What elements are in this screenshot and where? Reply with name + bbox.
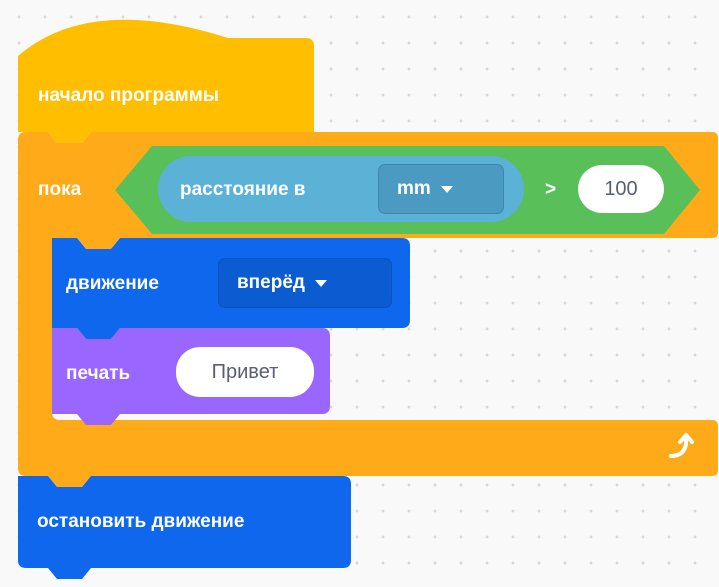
unit-dropdown[interactable]: mm: [378, 164, 504, 214]
print-label: печать: [66, 363, 131, 384]
print-text-value: Привет: [211, 360, 279, 383]
threshold-value: 100: [604, 177, 638, 200]
print-text-input[interactable]: Привет: [176, 347, 314, 397]
while-label: пока: [38, 179, 82, 200]
direction-dropdown-value: вперёд: [237, 272, 305, 293]
stop-block-label: остановить движение: [37, 511, 245, 532]
chevron-down-icon: [314, 279, 327, 287]
start-block-shape[interactable]: [18, 19, 314, 143]
distance-sensor-label: расстояние в: [180, 179, 306, 200]
direction-dropdown[interactable]: вперёд: [218, 258, 392, 308]
threshold-input[interactable]: 100: [578, 165, 664, 213]
move-label: движение: [66, 273, 159, 294]
start-block-label: начало программы: [38, 85, 219, 106]
chevron-down-icon: [440, 185, 453, 193]
comparison-operator-symbol: >: [545, 179, 557, 200]
unit-dropdown-value: mm: [397, 178, 431, 199]
